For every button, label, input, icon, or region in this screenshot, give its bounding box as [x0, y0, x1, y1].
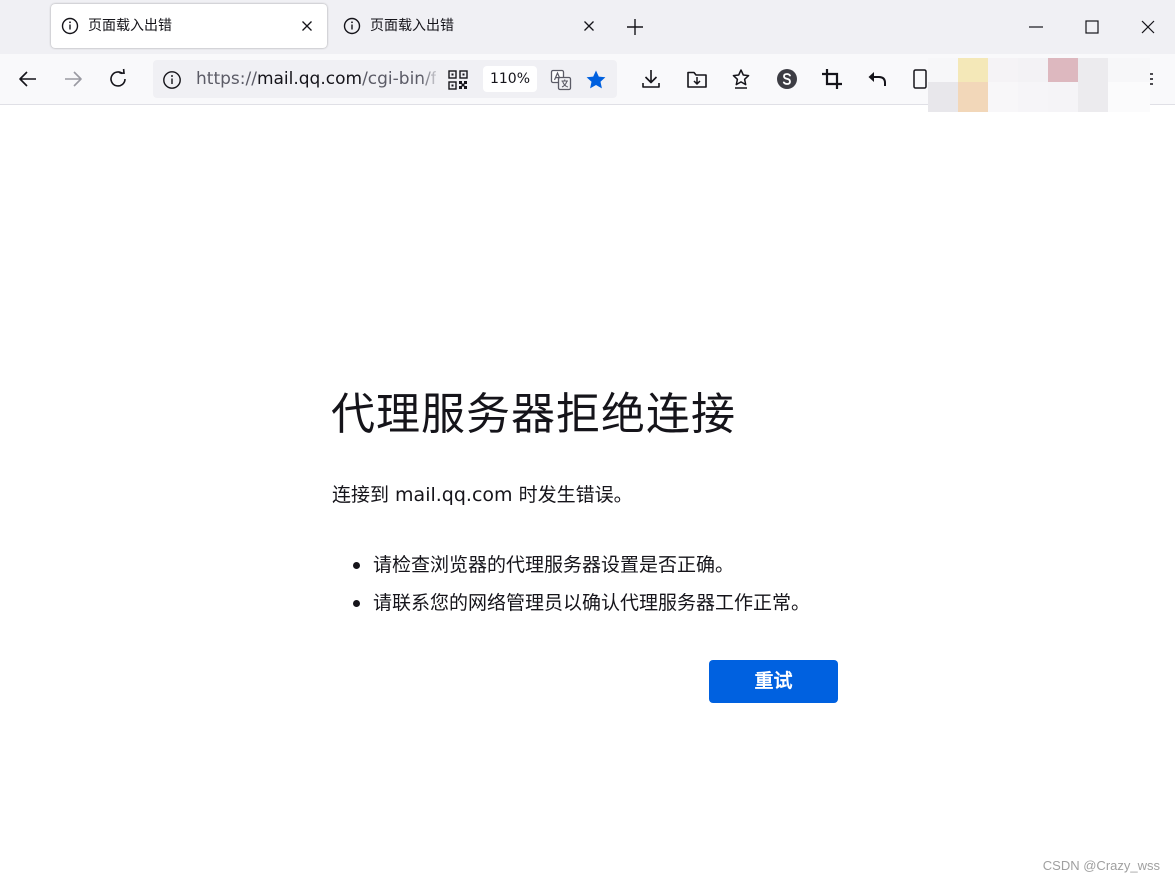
tab-title: 页面载入出错 — [88, 18, 172, 34]
site-info-icon[interactable] — [162, 70, 182, 90]
qr-code-icon[interactable] — [448, 70, 468, 90]
error-description: 连接到 mail.qq.com 时发生错误。 — [332, 484, 633, 506]
reload-icon[interactable] — [106, 67, 130, 91]
back-arrow-icon[interactable] — [16, 67, 40, 91]
minimize-icon[interactable] — [1024, 15, 1048, 39]
info-icon — [61, 17, 79, 35]
url-text[interactable]: https://mail.qq.com/cgi-bin/frame_html — [196, 69, 436, 89]
tab-title: 页面载入出错 — [370, 18, 454, 34]
zoom-level-badge[interactable]: 110% — [483, 66, 537, 92]
favorites-list-icon[interactable] — [729, 67, 753, 91]
close-tab-icon[interactable] — [299, 18, 315, 34]
address-bar[interactable]: https://mail.qq.com/cgi-bin/frame_html 1… — [153, 60, 617, 98]
download-icon[interactable] — [639, 67, 663, 91]
url-prefix: https:// — [196, 69, 257, 89]
error-page: 代理服务器拒绝连接 连接到 mail.qq.com 时发生错误。 请检查浏览器的… — [331, 380, 891, 614]
url-host: mail.qq.com — [256, 69, 363, 89]
forward-arrow-icon[interactable] — [61, 67, 85, 91]
url-fade — [421, 60, 441, 98]
crop-screenshot-icon[interactable] — [820, 67, 844, 91]
retry-button[interactable]: 重试 — [709, 660, 838, 703]
watermark: CSDN @Crazy_wss — [1042, 858, 1160, 873]
maximize-icon[interactable] — [1080, 15, 1104, 39]
suggestion-item: 请联系您的网络管理员以确认代理服务器工作正常。 — [353, 584, 810, 622]
tab-error-page-2[interactable]: 页面载入出错 — [333, 4, 609, 48]
suggestion-list: 请检查浏览器的代理服务器设置是否正确。 请联系您的网络管理员以确认代理服务器工作… — [353, 546, 810, 622]
tab-error-page-1[interactable]: 页面载入出错 — [51, 4, 327, 48]
save-to-folder-icon[interactable] — [685, 67, 709, 91]
suggestion-item: 请检查浏览器的代理服务器设置是否正确。 — [353, 546, 810, 584]
translate-icon[interactable] — [550, 69, 572, 91]
close-tab-icon[interactable] — [581, 18, 597, 34]
undo-icon[interactable] — [865, 67, 889, 91]
info-icon — [343, 17, 361, 35]
extension-s-icon[interactable] — [775, 67, 799, 91]
close-window-icon[interactable] — [1136, 15, 1160, 39]
redaction-mosaic — [928, 58, 1150, 112]
bookmark-star-icon[interactable] — [585, 69, 607, 91]
error-title: 代理服务器拒绝连接 — [331, 389, 736, 440]
new-tab-icon[interactable] — [624, 16, 646, 38]
tab-strip: 页面载入出错 页面载入出错 — [0, 0, 1175, 54]
